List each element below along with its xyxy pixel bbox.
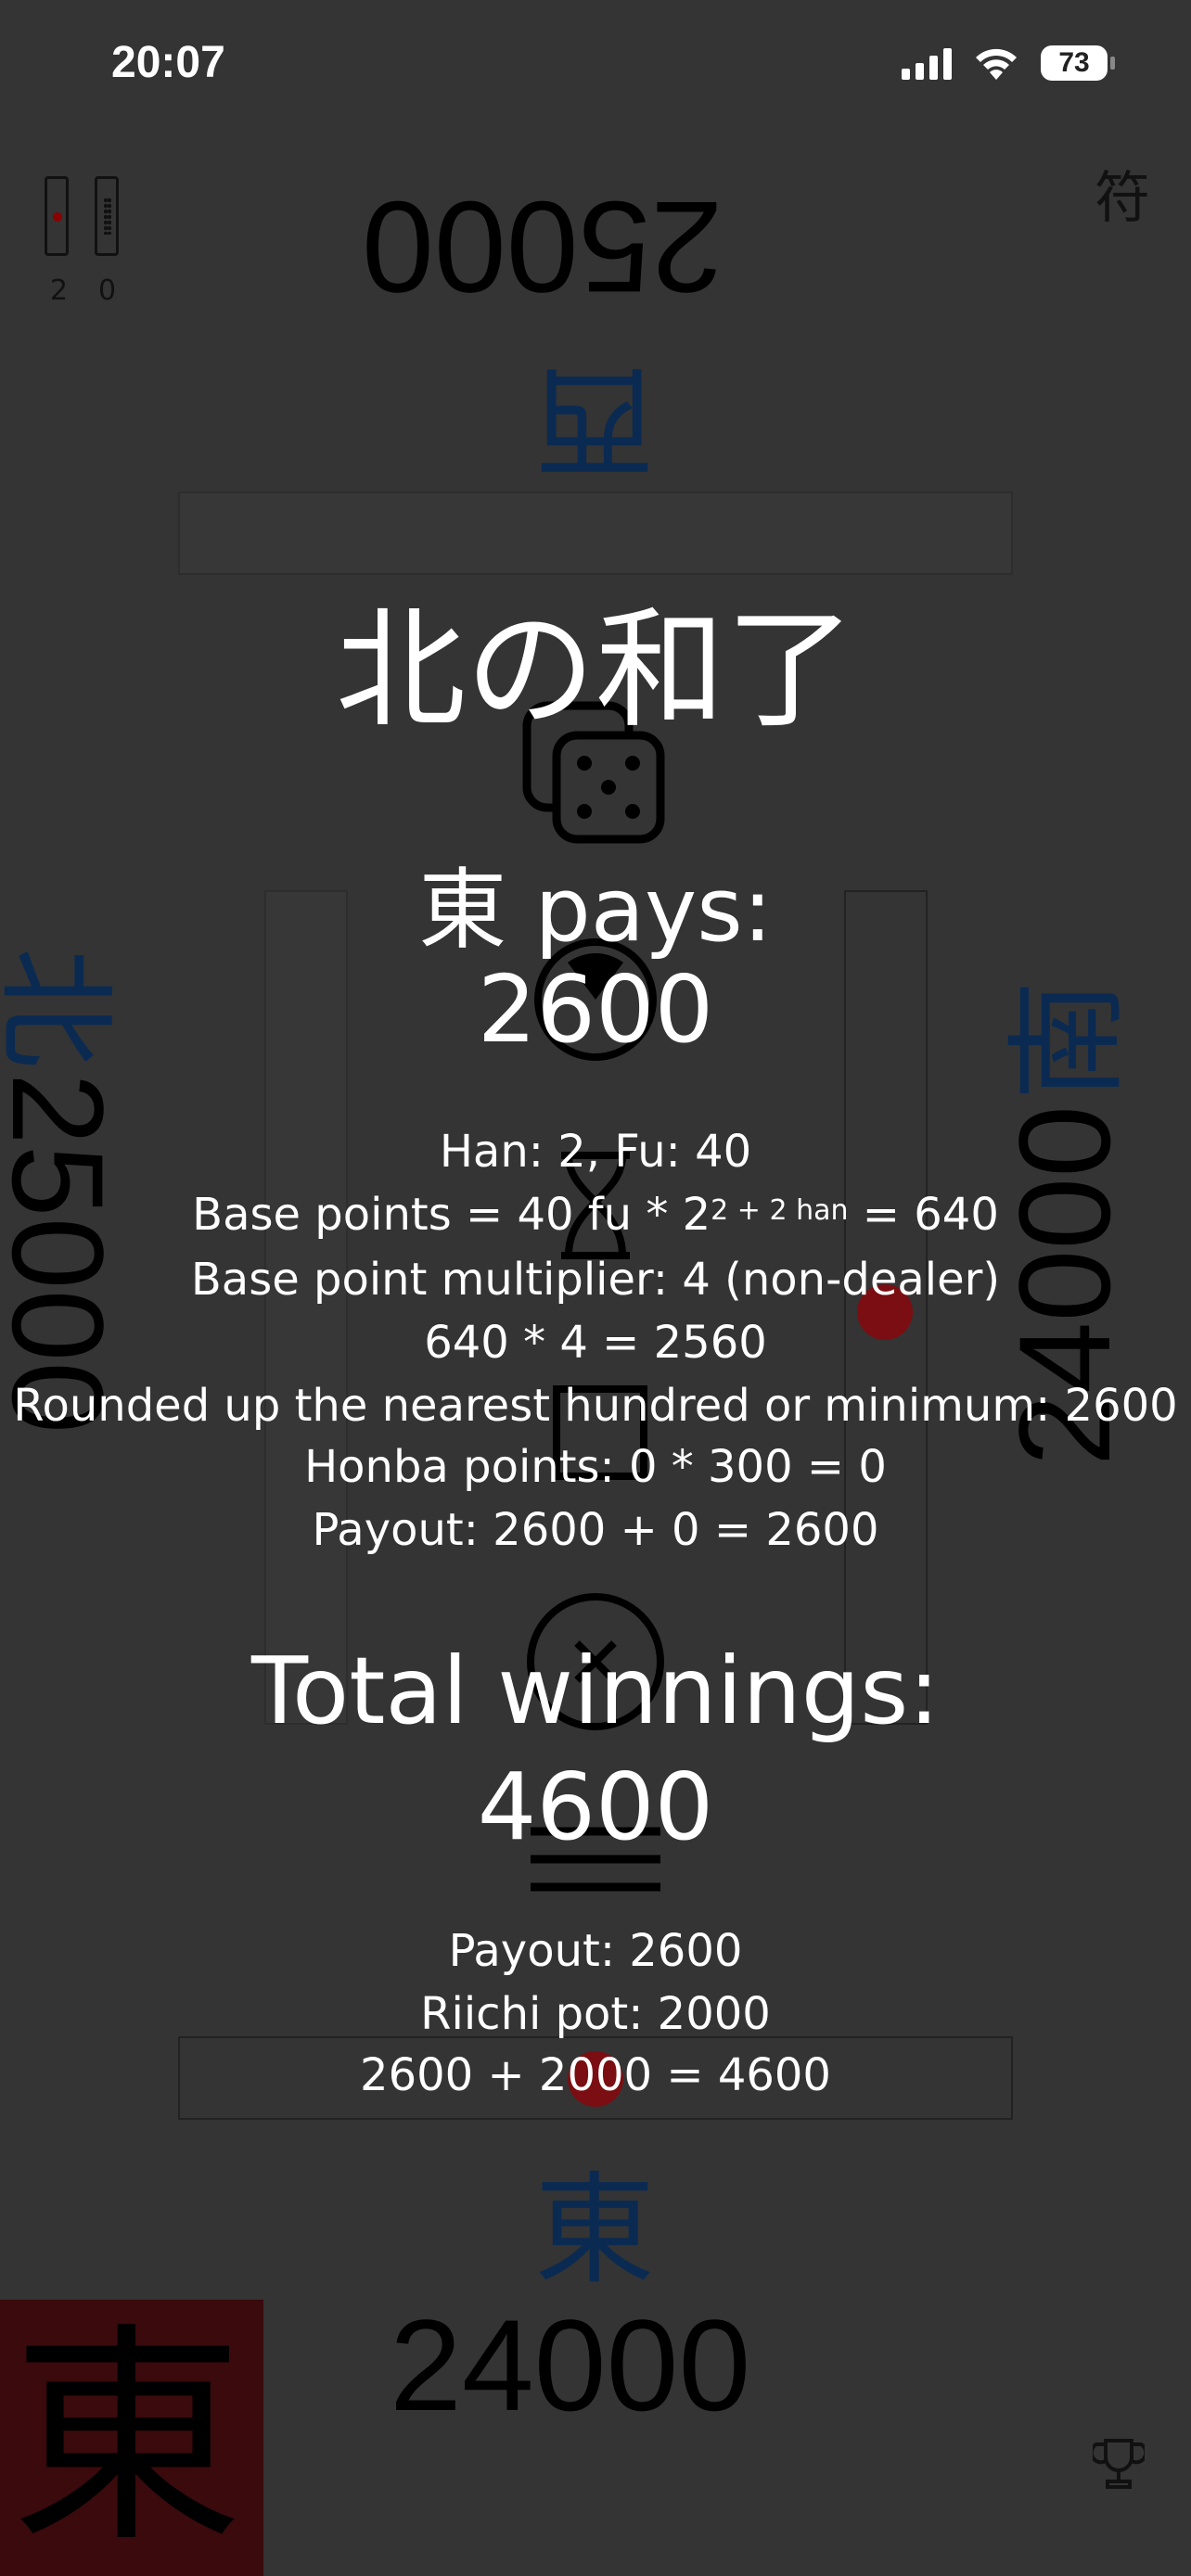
bottom-player-score[interactable]: 24000 — [390, 2290, 750, 2441]
han-fu: Han: 2, Fu: 40 — [439, 1126, 752, 1178]
multiplier: Base point multiplier: 4 (non-dealer) — [190, 1254, 1001, 1306]
total-payout: Payout: 2600 — [448, 1925, 743, 1977]
cellular-signal-icon — [902, 46, 952, 80]
honba-stick-icon — [95, 176, 119, 256]
base-points: Base points = 40 fu * 22 + 2 han = 640 — [0, 1183, 1191, 1246]
total-label: Total winnings: — [250, 1637, 941, 1745]
dealer-wind: 東 — [11, 2303, 243, 2573]
honba-points: Honba points: 0 * 300 = 0 — [304, 1441, 887, 1493]
honba-count: 0 — [98, 274, 117, 307]
top-riichi-slot[interactable] — [178, 491, 1013, 575]
wifi-icon — [976, 48, 1017, 80]
trophy-icon[interactable] — [1093, 2437, 1145, 2493]
dealer-indicator: 東 — [0, 2300, 263, 2576]
bottom-player-wind: 東 — [534, 2160, 656, 2301]
base-points-suffix: = 640 — [848, 1189, 999, 1241]
status-icons: 73 — [902, 45, 1115, 82]
fu-table-icon[interactable]: 符 — [1095, 153, 1150, 234]
win-title: 北の和了 — [335, 595, 855, 746]
total-sum: 2600 + 2000 = 4600 — [360, 2049, 831, 2101]
status-time: 20:07 — [111, 38, 225, 87]
pays-label: 東 pays: — [418, 860, 773, 962]
top-player-score[interactable]: 25000 — [362, 172, 723, 322]
pays-amount: 2600 — [477, 955, 714, 1064]
riichi-stick-icon — [45, 176, 69, 256]
payout: Payout: 2600 + 0 = 2600 — [312, 1504, 879, 1556]
base-points-exponent: 2 + 2 han — [711, 1194, 849, 1227]
total-amount: 4600 — [477, 1753, 714, 1861]
riichi-count: 2 — [50, 274, 69, 307]
battery-icon: 73 — [1041, 45, 1115, 81]
product: 640 * 4 = 2560 — [424, 1317, 767, 1369]
base-points-prefix: Base points = 40 fu * 2 — [192, 1189, 711, 1241]
riichi-pot: Riichi pot: 2000 — [420, 1988, 771, 2040]
rounded: Rounded up the nearest hundred or minimu… — [13, 1380, 1178, 1432]
